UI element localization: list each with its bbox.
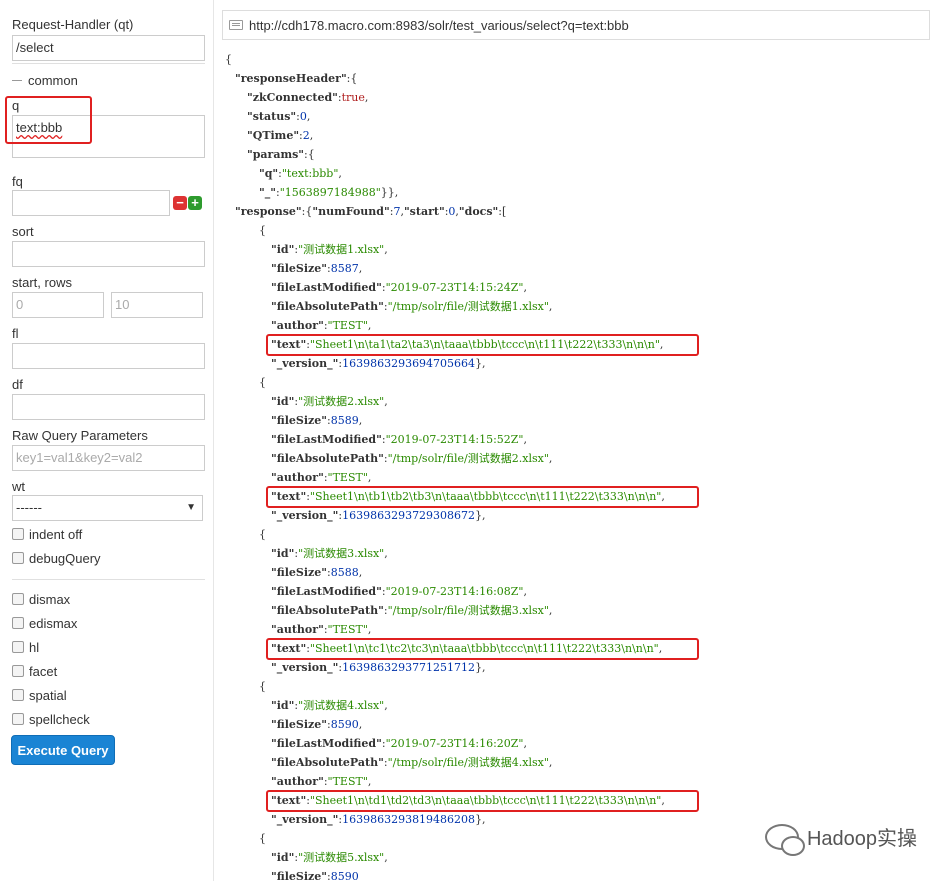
wt-label: wt bbox=[12, 479, 25, 494]
sort-input[interactable] bbox=[12, 241, 205, 267]
json-line: "author":"TEST", bbox=[271, 319, 372, 332]
rows-input[interactable]: 10 bbox=[111, 292, 203, 318]
json-line: "fileAbsolutePath":"/tmp/solr/file/测试数据2… bbox=[271, 452, 553, 465]
raw-params-label: Raw Query Parameters bbox=[12, 428, 148, 443]
fq-label: fq bbox=[12, 174, 23, 189]
hl-label: hl bbox=[29, 640, 40, 655]
facet-label: facet bbox=[29, 664, 58, 679]
request-url-link[interactable]: http://cdh178.macro.com:8983/solr/test_v… bbox=[249, 18, 629, 33]
text-highlight-box bbox=[266, 334, 699, 356]
request-handler-label: Request-Handler (qt) bbox=[12, 17, 134, 32]
json-line: "status":0, bbox=[247, 110, 311, 123]
json-line: "fileLastModified":"2019-07-23T14:16:08Z… bbox=[271, 585, 527, 598]
wechat-icon bbox=[764, 823, 805, 856]
json-line: "fileAbsolutePath":"/tmp/solr/file/测试数据3… bbox=[271, 604, 553, 617]
json-line: "id":"测试数据3.xlsx", bbox=[271, 547, 388, 560]
json-line: { bbox=[259, 376, 266, 389]
json-line: "QTime":2, bbox=[247, 129, 314, 142]
spatial-label: spatial bbox=[29, 688, 67, 703]
json-line: "_":"1563897184988"}}, bbox=[259, 186, 399, 199]
json-line: { bbox=[259, 680, 266, 693]
df-label: df bbox=[12, 377, 23, 392]
json-line: "id":"测试数据5.xlsx", bbox=[271, 851, 388, 864]
json-line: "id":"测试数据2.xlsx", bbox=[271, 395, 388, 408]
json-line: "_version_":1639863293819486208}, bbox=[271, 813, 486, 826]
dismax-label: dismax bbox=[29, 592, 71, 607]
df-input[interactable] bbox=[12, 394, 205, 420]
fq-input[interactable] bbox=[12, 190, 170, 216]
execute-query-button[interactable]: Execute Query bbox=[11, 735, 115, 765]
chevron-down-icon: ▼ bbox=[186, 502, 196, 513]
json-line: "params":{ bbox=[247, 148, 315, 161]
json-line: "fileSize":8590, bbox=[271, 718, 363, 731]
fl-label: fl bbox=[12, 326, 19, 341]
json-line: { bbox=[259, 224, 266, 237]
json-line: "fileSize":8588, bbox=[271, 566, 363, 579]
sort-label: sort bbox=[12, 224, 34, 239]
request-handler-input[interactable]: /select bbox=[12, 35, 205, 61]
indent-off-checkbox[interactable] bbox=[12, 528, 24, 540]
json-line: "fileLastModified":"2019-07-23T14:15:24Z… bbox=[271, 281, 527, 294]
remove-fq-button[interactable]: − bbox=[173, 196, 187, 210]
spellcheck-label: spellcheck bbox=[29, 712, 90, 727]
json-line: "response":{"numFound":7,"start":0,"docs… bbox=[235, 205, 507, 218]
json-line: "id":"测试数据1.xlsx", bbox=[271, 243, 388, 256]
fl-input[interactable] bbox=[12, 343, 205, 369]
json-line: "author":"TEST", bbox=[271, 471, 372, 484]
query-form: Request-Handler (qt) /select common q te… bbox=[0, 0, 214, 881]
json-line: "q":"text:bbb", bbox=[259, 167, 342, 180]
start-rows-label: start, rows bbox=[12, 275, 72, 290]
spatial-checkbox[interactable] bbox=[12, 689, 24, 701]
json-line: "author":"TEST", bbox=[271, 623, 372, 636]
json-line: { bbox=[259, 832, 266, 845]
common-legend: common bbox=[12, 73, 78, 88]
json-line: "fileSize":8590 bbox=[271, 870, 359, 883]
edismax-label: edismax bbox=[29, 616, 78, 631]
edismax-checkbox[interactable] bbox=[12, 617, 24, 629]
json-line: "fileSize":8587, bbox=[271, 262, 363, 275]
json-line: { bbox=[259, 528, 266, 541]
add-fq-button[interactable]: + bbox=[188, 196, 202, 210]
json-line: "zkConnected":true, bbox=[247, 91, 369, 104]
json-line: "id":"测试数据4.xlsx", bbox=[271, 699, 388, 712]
json-line: "fileAbsolutePath":"/tmp/solr/file/测试数据1… bbox=[271, 300, 553, 313]
q-highlight-box bbox=[5, 96, 92, 144]
text-highlight-box bbox=[266, 638, 699, 660]
json-line: "fileSize":8589, bbox=[271, 414, 363, 427]
facet-checkbox[interactable] bbox=[12, 665, 24, 677]
json-line: "fileLastModified":"2019-07-23T14:15:52Z… bbox=[271, 433, 527, 446]
dismax-checkbox[interactable] bbox=[12, 593, 24, 605]
raw-params-input[interactable]: key1=val1&key2=val2 bbox=[12, 445, 205, 471]
watermark: Hadoop实操 bbox=[764, 822, 917, 856]
text-highlight-box bbox=[266, 486, 699, 508]
divider bbox=[12, 63, 205, 64]
start-input[interactable]: 0 bbox=[12, 292, 104, 318]
debug-query-checkbox[interactable] bbox=[12, 552, 24, 564]
indent-off-label: indent off bbox=[29, 527, 83, 542]
json-line: "responseHeader":{ bbox=[235, 72, 358, 85]
hl-checkbox[interactable] bbox=[12, 641, 24, 653]
json-line: "_version_":1639863293729308672}, bbox=[271, 509, 486, 522]
text-highlight-box bbox=[266, 790, 699, 812]
json-open-brace: { bbox=[225, 53, 232, 66]
json-line: "_version_":1639863293771251712}, bbox=[271, 661, 486, 674]
json-line: "fileAbsolutePath":"/tmp/solr/file/测试数据4… bbox=[271, 756, 553, 769]
json-response: { "responseHeader":{ "zkConnected":true,… bbox=[225, 50, 935, 883]
json-line: "fileLastModified":"2019-07-23T14:16:20Z… bbox=[271, 737, 527, 750]
request-url-bar: http://cdh178.macro.com:8983/solr/test_v… bbox=[222, 10, 930, 40]
json-line: "_version_":1639863293694705664}, bbox=[271, 357, 486, 370]
document-icon bbox=[229, 20, 243, 30]
spellcheck-checkbox[interactable] bbox=[12, 713, 24, 725]
json-line: "author":"TEST", bbox=[271, 775, 372, 788]
divider bbox=[12, 579, 205, 580]
wt-select[interactable]: ------ ▼ bbox=[12, 495, 203, 521]
debug-query-label: debugQuery bbox=[29, 551, 101, 566]
